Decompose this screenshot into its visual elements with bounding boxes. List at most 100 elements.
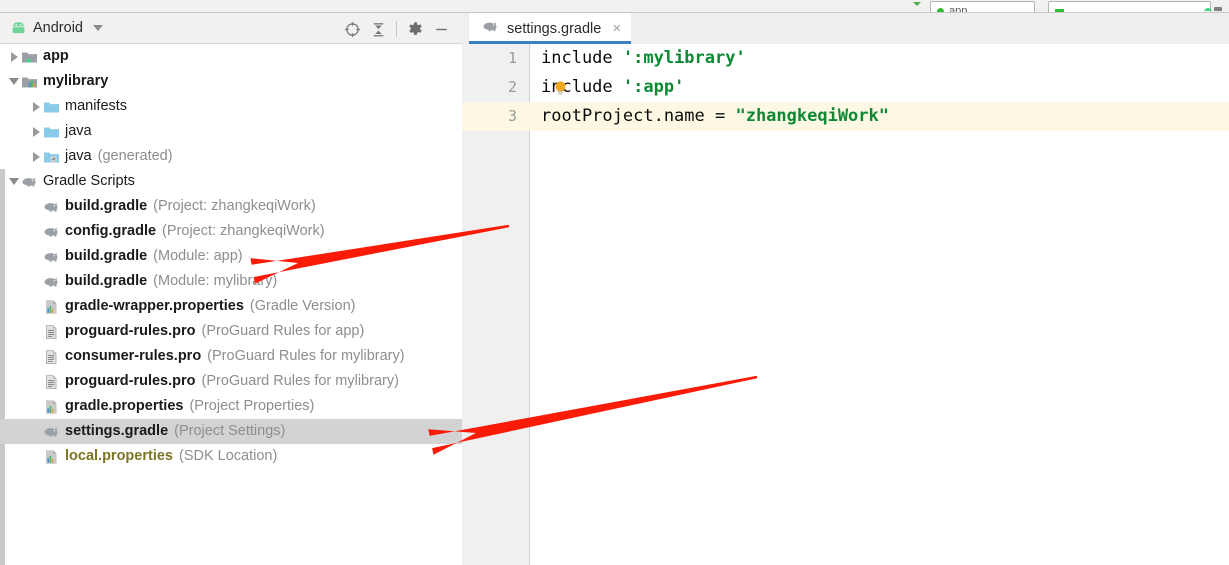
gradle-elephant-icon <box>43 199 60 215</box>
tree-item-label: build.gradle <box>65 198 148 214</box>
lightbulb-icon[interactable] <box>552 79 569 98</box>
tab-settings-gradle[interactable]: settings.gradle × <box>469 13 632 44</box>
gradle-elephant-icon <box>43 424 60 440</box>
android-droid-icon <box>11 21 26 35</box>
tree-row[interactable]: build.gradle (Project: zhangkeqiWork) <box>0 194 462 219</box>
chevron-down-icon[interactable] <box>8 175 21 188</box>
text-file-icon <box>43 374 60 390</box>
code-editor[interactable]: 1 include ':mylibrary' 2 include ':app' 3 roo… <box>462 44 1229 565</box>
tree-row[interactable]: Gradle Scripts <box>0 169 462 194</box>
tree-twisty-placeholder <box>30 425 43 438</box>
tree-row[interactable]: java <box>0 119 462 144</box>
chevron-down-icon[interactable] <box>92 25 103 31</box>
line-number: 2 <box>507 78 517 96</box>
editor-tabbar: settings.gradle × <box>462 13 1229 44</box>
close-icon[interactable]: × <box>612 21 621 36</box>
tree-row[interactable]: local.properties (SDK Location) <box>0 444 462 469</box>
run-config-label: app <box>949 5 968 13</box>
run-configuration-selector[interactable]: app <box>930 1 1035 13</box>
text-file-icon <box>43 349 60 365</box>
tree-row[interactable]: java (generated) <box>0 144 462 169</box>
tree-item-annotation: (Project: zhangkeqiWork) <box>162 223 325 239</box>
gradle-elephant-icon <box>43 274 60 290</box>
toolbar-avd-icon[interactable] <box>1203 2 1223 11</box>
tree-row[interactable]: consumer-rules.pro (ProGuard Rules for my… <box>0 344 462 369</box>
tab-label: settings.gradle <box>507 20 602 37</box>
module-folder-icon <box>21 49 38 65</box>
tree-item-label: manifests <box>65 98 128 114</box>
tree-twisty-placeholder <box>30 275 43 288</box>
device-selector[interactable] <box>1048 1 1211 12</box>
code-line[interactable]: 1 include ':mylibrary' <box>462 44 1229 73</box>
tree-row[interactable]: mylibrary <box>0 69 462 94</box>
gradle-elephant-icon <box>43 224 60 240</box>
tree-row[interactable]: config.gradle (Project: zhangkeqiWork) <box>0 219 462 244</box>
tree-twisty-placeholder <box>30 400 43 413</box>
tree-row[interactable]: proguard-rules.pro (ProGuard Rules for my… <box>0 369 462 394</box>
gear-icon[interactable] <box>402 19 428 39</box>
tree-item-annotation: (Project Settings) <box>174 423 286 439</box>
code-line-text[interactable]: rootProject.name = "zhangkeqiWork" <box>530 102 1229 131</box>
chevron-right-icon[interactable] <box>30 125 43 138</box>
tree-row[interactable]: build.gradle (Module: mylibrary) <box>0 269 462 294</box>
tree-row[interactable]: gradle.properties (Project Properties) <box>0 394 462 419</box>
tree-item-annotation: (Project: zhangkeqiWork) <box>153 198 316 214</box>
code-token: ':app' <box>622 77 685 97</box>
code-line[interactable]: 3 rootProject.name = "zhangkeqiWork" <box>462 102 1229 131</box>
toolbar-caret-icon <box>913 2 921 6</box>
tree-row[interactable]: gradle-wrapper.properties (Gradle Version… <box>0 294 462 319</box>
tree-row[interactable]: app <box>0 44 462 69</box>
tree-item-annotation: (ProGuard Rules for app) <box>201 323 365 339</box>
tree-row[interactable]: settings.gradle (Project Settings) <box>0 419 462 444</box>
gradle-elephant-icon <box>43 249 60 265</box>
tree-twisty-placeholder <box>30 325 43 338</box>
minimize-icon[interactable] <box>428 19 454 39</box>
code-line-text[interactable]: include ':mylibrary' <box>530 44 1229 73</box>
code-line[interactable]: 2 include ':app' <box>462 73 1229 102</box>
tree-twisty-placeholder <box>30 300 43 313</box>
tree-row[interactable]: build.gradle (Module: app) <box>0 244 462 269</box>
tree-row[interactable]: proguard-rules.pro (ProGuard Rules for ap… <box>0 319 462 344</box>
chevron-right-icon[interactable] <box>8 50 21 63</box>
tree-item-label: settings.gradle <box>65 423 169 439</box>
tree-row[interactable]: manifests <box>0 94 462 119</box>
tree-item-label: build.gradle <box>65 273 148 289</box>
tree-item-label: config.gradle <box>65 223 157 239</box>
line-number: 3 <box>507 107 517 125</box>
project-view-label: Android <box>33 20 83 36</box>
tree-item-annotation: (Gradle Version) <box>249 298 356 314</box>
tree-item-label: gradle-wrapper.properties <box>65 298 244 314</box>
tree-item-annotation: (Module: mylibrary) <box>153 273 278 289</box>
tree-item-label: build.gradle <box>65 248 148 264</box>
tree-item-annotation: (Project Properties) <box>189 398 315 414</box>
project-view-selector[interactable]: Android <box>11 18 103 38</box>
tree-twisty-placeholder <box>30 250 43 263</box>
tree-item-label: local.properties <box>65 448 173 464</box>
tree-twisty-placeholder <box>30 375 43 388</box>
top-toolbar-strip: app <box>0 0 1229 13</box>
project-tree[interactable]: app mylibrary manifests java java (generated)… <box>0 44 462 565</box>
chevron-down-icon[interactable] <box>8 75 21 88</box>
properties-file-icon <box>43 449 60 465</box>
crosshair-target-icon[interactable] <box>339 19 365 39</box>
tree-item-label: consumer-rules.pro <box>65 348 202 364</box>
properties-file-icon <box>43 399 60 415</box>
tree-item-annotation: (ProGuard Rules for mylibrary) <box>207 348 405 364</box>
code-token: "zhangkeqiWork" <box>735 106 889 126</box>
code-token: rootProject.name = <box>541 106 736 126</box>
properties-file-icon <box>43 299 60 315</box>
folder-generated-icon <box>43 149 60 165</box>
code-content[interactable]: 1 include ':mylibrary' 2 include ':app' 3 roo… <box>462 44 1229 131</box>
chevron-right-icon[interactable] <box>30 150 43 163</box>
code-token: include <box>541 48 623 68</box>
android-studio-window: app Android app mylibrary manifests java… <box>0 0 1229 565</box>
toolbar-divider <box>396 21 397 37</box>
code-token: ':mylibrary' <box>622 48 746 68</box>
code-line-text[interactable]: include ':app' <box>530 73 1229 102</box>
tree-item-label: Gradle Scripts <box>43 173 135 189</box>
line-number: 1 <box>507 49 517 67</box>
tree-item-annotation: (Module: app) <box>153 248 243 264</box>
chevron-right-icon[interactable] <box>30 100 43 113</box>
collapse-all-icon[interactable] <box>365 19 391 39</box>
gradle-elephant-icon <box>21 174 38 190</box>
